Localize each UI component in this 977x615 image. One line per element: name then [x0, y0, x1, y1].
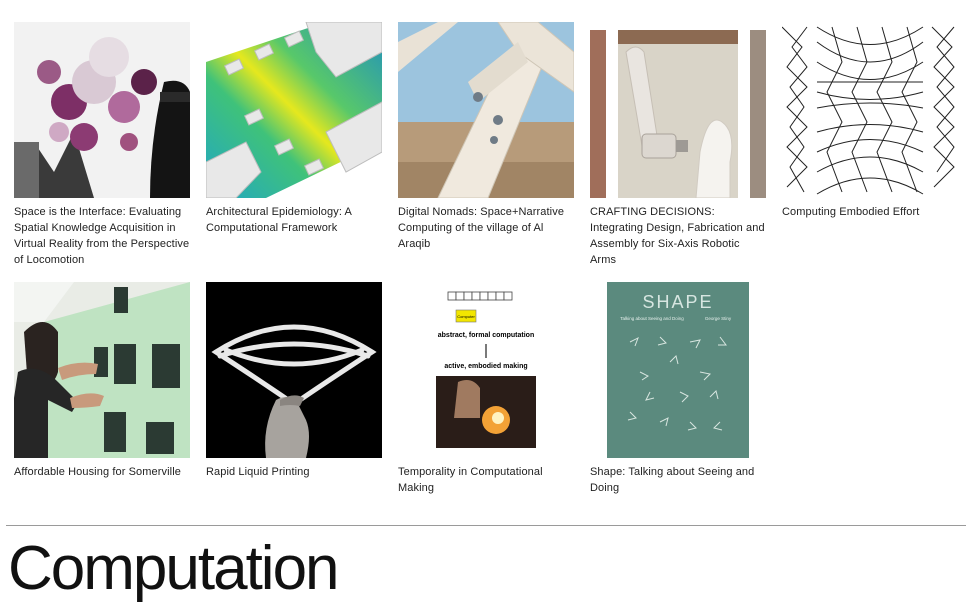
project-card-crafting-decisions[interactable]: CRAFTING DECISIONS: Integrating Design, … [590, 22, 766, 268]
project-thumbnail[interactable] [14, 282, 190, 458]
project-title[interactable]: Shape: Talking about Seeing and Doing [590, 464, 766, 496]
project-title[interactable]: Digital Nomads: Space+Narrative Computin… [398, 204, 574, 252]
project-thumbnail[interactable]: Computer abstract, formal computation ac… [398, 282, 574, 458]
project-title[interactable]: Temporality in Computational Making [398, 464, 574, 496]
project-title[interactable]: Space is the Interface: Evaluating Spati… [14, 204, 190, 268]
project-thumbnail[interactable]: SHAPE Talking about Seeing and Doing Geo… [590, 282, 766, 458]
computation-diagram-image: Computer abstract, formal computation ac… [398, 282, 574, 458]
diagram-bottom-label: active, embodied making [444, 363, 527, 370]
liquid-printed-loop-image [206, 282, 382, 458]
project-card-computing-embodied-effort[interactable]: Computing Embodied Effort [782, 22, 958, 220]
book-cover-image: SHAPE Talking about Seeing and Doing Geo… [590, 282, 766, 458]
project-thumbnail[interactable] [590, 22, 766, 198]
book-cover-subtitle: Talking about Seeing and Doing [620, 316, 684, 321]
project-thumbnail[interactable] [206, 22, 382, 198]
diagram-box-label: Computer [457, 314, 475, 319]
project-title[interactable]: Affordable Housing for Somerville [14, 464, 190, 480]
project-thumbnail[interactable] [782, 22, 958, 198]
project-card-affordable-housing[interactable]: Affordable Housing for Somerville [14, 282, 190, 480]
book-cover-word: SHAPE [642, 292, 713, 312]
vr-spheres-image [14, 22, 190, 198]
project-thumbnail[interactable] [14, 22, 190, 198]
project-title[interactable]: CRAFTING DECISIONS: Integrating Design, … [590, 204, 766, 268]
project-thumbnail[interactable] [398, 22, 574, 198]
book-cover-author: George Stiny [705, 316, 732, 321]
line-pattern-image [782, 22, 958, 198]
house-model-image [14, 282, 190, 458]
project-card-space-interface[interactable]: Space is the Interface: Evaluating Spati… [14, 22, 190, 268]
robotic-arm-image [590, 22, 766, 198]
project-card-shape[interactable]: SHAPE Talking about Seeing and Doing Geo… [590, 282, 766, 496]
project-title[interactable]: Architectural Epidemiology: A Computatio… [206, 204, 382, 236]
wooden-structure-image [398, 22, 574, 198]
heatmap-floorplan-image [206, 22, 382, 198]
section-heading: Computation [8, 534, 340, 603]
project-card-digital-nomads[interactable]: Digital Nomads: Space+Narrative Computin… [398, 22, 574, 252]
project-thumbnail[interactable] [206, 282, 382, 458]
diagram-top-label: abstract, formal computation [438, 332, 534, 339]
project-title[interactable]: Computing Embodied Effort [782, 204, 958, 220]
project-card-rapid-liquid-printing[interactable]: Rapid Liquid Printing [206, 282, 382, 480]
section-divider [6, 525, 966, 526]
project-card-temporality[interactable]: Computer abstract, formal computation ac… [398, 282, 574, 496]
project-title[interactable]: Rapid Liquid Printing [206, 464, 382, 480]
project-card-architectural-epidemiology[interactable]: Architectural Epidemiology: A Computatio… [206, 22, 382, 236]
